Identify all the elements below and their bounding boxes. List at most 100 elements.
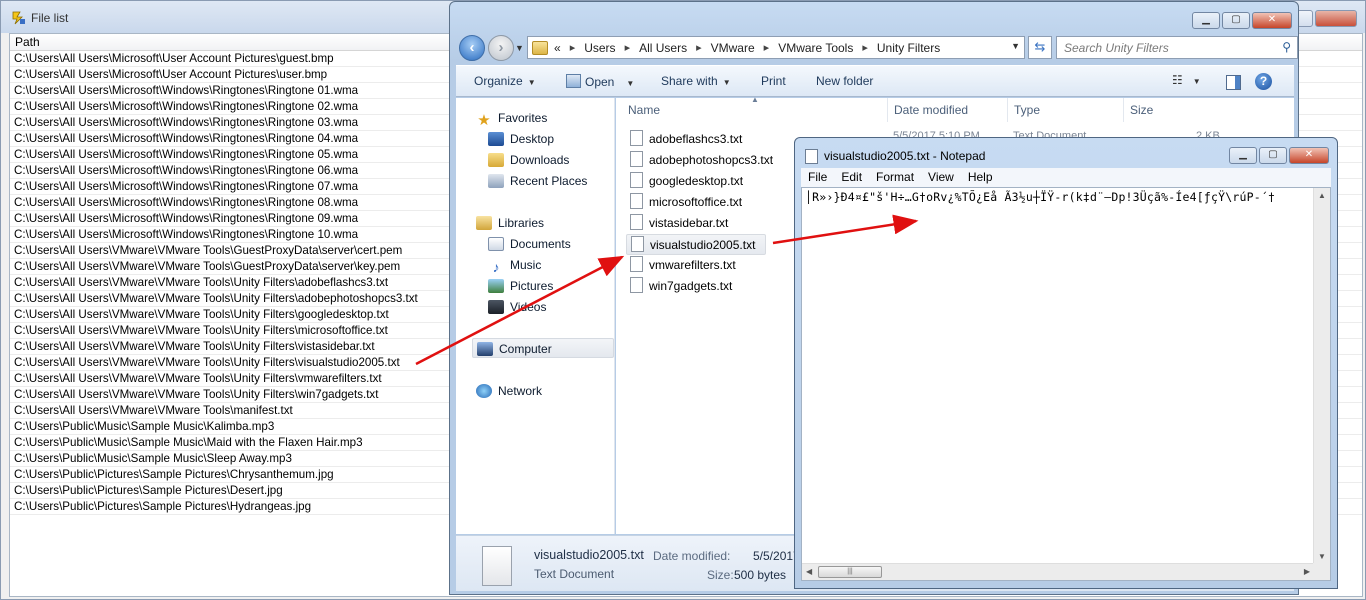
forward-button[interactable]: ›: [488, 35, 514, 61]
file-name: visualstudio2005.txt: [650, 238, 756, 252]
help-icon[interactable]: ?: [1255, 73, 1272, 90]
breadcrumb-item[interactable]: Users: [584, 41, 615, 55]
nav-computer[interactable]: Computer: [472, 338, 614, 358]
notepad-maximize-button[interactable]: ▢: [1259, 147, 1287, 164]
text-file-icon: [630, 151, 643, 167]
details-file-type: Text Document: [534, 567, 615, 581]
nav-desktop[interactable]: Desktop: [488, 129, 554, 149]
file-row[interactable]: adobephotoshopcs3.txt: [630, 150, 773, 171]
close-button[interactable]: ✕: [1252, 12, 1292, 29]
new-folder-button[interactable]: New folder: [816, 74, 873, 88]
open-label: Open: [585, 75, 615, 89]
search-icon[interactable]: ⚲: [1282, 40, 1291, 54]
breadcrumb-separator-icon[interactable]: ▸: [764, 41, 770, 54]
nav-documents[interactable]: Documents: [488, 234, 571, 254]
preview-pane-button[interactable]: [1226, 75, 1241, 90]
share-with-label: Share with: [661, 74, 718, 88]
menu-item-edit[interactable]: Edit: [834, 168, 869, 187]
menu-item-file[interactable]: File: [801, 168, 834, 187]
menu-item-view[interactable]: View: [921, 168, 961, 187]
horizontal-scrollbar[interactable]: ◀ ||| ▶: [802, 563, 1314, 580]
address-dropdown-icon[interactable]: ▼: [1011, 41, 1020, 51]
file-row[interactable]: microsoftoffice.txt: [630, 192, 742, 213]
back-button[interactable]: ‹: [459, 35, 485, 61]
nav-pictures[interactable]: Pictures: [488, 276, 553, 296]
notepad-editor[interactable]: │R»›}Ð4¤£"š'H÷…G†oRv¿%TÕ¿Eå Ã3½u┼ÏŸ-r(k‡…: [801, 187, 1331, 581]
notepad-text[interactable]: │R»›}Ð4¤£"š'H÷…G†oRv¿%TÕ¿Eå Ã3½u┼ÏŸ-r(k‡…: [805, 190, 1313, 204]
nav-music[interactable]: ♪ Music: [488, 255, 542, 275]
print-button[interactable]: Print: [761, 74, 786, 88]
text-file-icon: [631, 236, 644, 252]
notepad-minimize-button[interactable]: ▁: [1229, 147, 1257, 164]
breadcrumb-separator-icon[interactable]: ▸: [862, 41, 868, 54]
nav-libraries[interactable]: Libraries: [476, 213, 544, 233]
nav-network[interactable]: Network: [476, 381, 542, 401]
open-icon: [566, 74, 581, 88]
file-row[interactable]: win7gadgets.txt: [630, 276, 732, 297]
text-file-icon: [630, 193, 643, 209]
breadcrumb-separator-icon[interactable]: ▸: [570, 41, 576, 54]
file-name: vistasidebar.txt: [649, 216, 729, 230]
details-size-label: Size:: [707, 568, 734, 582]
breadcrumb-separator-icon[interactable]: ▸: [625, 41, 631, 54]
nav-favorites-label: Favorites: [498, 111, 548, 125]
nav-recent-places[interactable]: Recent Places: [488, 171, 587, 191]
nav-pictures-label: Pictures: [510, 279, 554, 293]
breadcrumb-separator-icon[interactable]: ▸: [696, 41, 702, 54]
details-size-value: 500 bytes: [734, 568, 787, 582]
open-button[interactable]: Open ▼: [566, 74, 634, 89]
chevron-down-icon: ▼: [1192, 77, 1201, 86]
nav-downloads-label: Downloads: [510, 153, 570, 167]
file-list-close-button[interactable]: [1315, 10, 1357, 27]
file-row[interactable]: googledesktop.txt: [630, 171, 743, 192]
file-row[interactable]: vistasidebar.txt: [630, 213, 728, 234]
refresh-icon: ⇆: [1034, 39, 1046, 54]
nav-downloads[interactable]: Downloads: [488, 150, 569, 170]
menu-item-help[interactable]: Help: [961, 168, 1000, 187]
address-bar[interactable]: « ▸ Users ▸ All Users ▸ VMware ▸ VMware Tools ▸ U…: [527, 36, 1025, 59]
file-row[interactable]: vmwarefilters.txt: [630, 255, 736, 276]
breadcrumb-item[interactable]: VMware: [711, 41, 755, 55]
search-box[interactable]: ⚲: [1056, 36, 1298, 59]
recent-pages-dropdown[interactable]: ▼: [515, 43, 524, 53]
scroll-left-icon[interactable]: ◀: [806, 567, 812, 576]
documents-icon: [488, 237, 504, 251]
minimize-button[interactable]: ▁: [1192, 12, 1220, 29]
breadcrumb-item[interactable]: All Users: [639, 41, 687, 55]
scroll-right-icon[interactable]: ▶: [1304, 567, 1310, 576]
scroll-down-icon[interactable]: ▼: [1318, 552, 1326, 561]
file-row[interactable]: adobeflashcs3.txt: [630, 129, 742, 150]
view-options-button[interactable]: ☷ ▼: [1172, 73, 1201, 87]
chevron-down-icon: ▼: [527, 78, 536, 87]
notepad-close-button[interactable]: ✕: [1289, 147, 1329, 164]
size-column-header[interactable]: Size: [1124, 98, 1244, 122]
type-column-header[interactable]: Type: [1008, 98, 1124, 122]
search-input[interactable]: [1057, 37, 1267, 58]
date-modified-column-header[interactable]: Date modified: [888, 98, 1008, 122]
organize-button[interactable]: Organize ▼: [474, 74, 536, 88]
address-overflow[interactable]: «: [554, 41, 561, 55]
star-icon: ★: [477, 112, 491, 129]
details-view-icon: ☷: [1172, 73, 1183, 87]
share-with-button[interactable]: Share with ▼: [661, 74, 731, 88]
horizontal-scroll-thumb[interactable]: |||: [818, 566, 882, 578]
vertical-scrollbar[interactable]: ▲ ▼: [1313, 188, 1330, 564]
breadcrumb-item[interactable]: VMware Tools: [778, 41, 853, 55]
resize-grip[interactable]: [1313, 563, 1330, 580]
nav-libraries-label: Libraries: [498, 216, 545, 230]
explorer-navbar: ‹ › ▼ « ▸ Users ▸ All Users ▸ VMware ▸ VMware T…: [457, 33, 1298, 63]
nav-desktop-label: Desktop: [510, 132, 555, 146]
notepad-window-controls: ▁ ▢ ✕: [1229, 147, 1329, 164]
nav-favorites[interactable]: ★ Favorites: [476, 108, 547, 128]
text-document-icon: [482, 546, 512, 586]
scroll-up-icon[interactable]: ▲: [1318, 191, 1326, 200]
breadcrumb-item[interactable]: Unity Filters: [877, 41, 940, 55]
file-name: microsoftoffice.txt: [649, 195, 743, 209]
refresh-button[interactable]: ⇆: [1028, 36, 1052, 59]
menu-item-format[interactable]: Format: [869, 168, 921, 187]
file-row[interactable]: visualstudio2005.txt: [626, 234, 766, 255]
maximize-button[interactable]: ▢: [1222, 12, 1250, 29]
downloads-icon: [488, 153, 504, 167]
nav-videos[interactable]: Videos: [488, 297, 546, 317]
file-name: win7gadgets.txt: [649, 279, 733, 293]
